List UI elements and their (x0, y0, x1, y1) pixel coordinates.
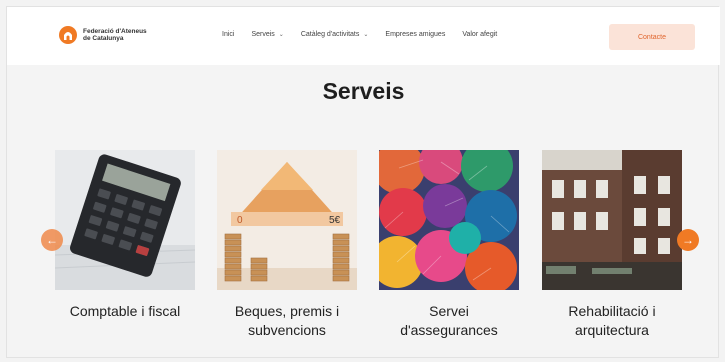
card-label-line-1: Servei (429, 303, 469, 319)
nav-item-inici[interactable]: Inici (222, 31, 234, 38)
page-frame: Federació d'Ateneus de Catalunya Inici S… (6, 6, 720, 358)
site-header: Federació d'Ateneus de Catalunya Inici S… (7, 7, 720, 65)
main-nav: Inici Serveis ⌄ Catàleg d'activitats ⌄ E… (222, 31, 514, 38)
carousel-next-button[interactable]: → (677, 229, 699, 251)
nav-item-label: Catàleg d'activitats (300, 31, 360, 38)
logo-line-1: Federació d'Ateneus (83, 27, 147, 35)
nav-item-label: Valor afegit (462, 31, 498, 38)
card-label-line-1: Beques, premis i (234, 303, 340, 319)
service-card-beques[interactable]: 0 5€ Beques, premis i subvencions (217, 150, 357, 340)
arrow-right-icon: → (682, 233, 694, 247)
nav-item-valor-afegit[interactable]: Valor afegit (462, 31, 497, 38)
card-label-line-1: Rehabilitació i (568, 303, 656, 319)
service-card-rehabilitacio[interactable]: Rehabilitació i arquitectura (542, 150, 682, 340)
nav-item-empreses[interactable]: Empreses amigues (385, 31, 445, 38)
site-logo[interactable]: Federació d'Ateneus de Catalunya (59, 26, 173, 44)
svg-text:5€: 5€ (329, 215, 341, 226)
logo-mark-icon (59, 26, 77, 44)
banknote-house-photo: 0 5€ (217, 150, 357, 290)
building-photo (542, 150, 682, 290)
service-card-comptable[interactable]: Comptable i fiscal (55, 150, 195, 321)
card-label-line-2: subvencions (248, 322, 326, 338)
chevron-down-icon: ⌄ (278, 32, 284, 38)
arrow-left-icon: ← (46, 233, 58, 247)
nav-item-serveis[interactable]: Serveis ⌄ (251, 31, 283, 38)
card-label-line-1: Comptable i fiscal (69, 303, 181, 319)
service-card-assegurances[interactable]: Servei d'assegurances (379, 150, 519, 340)
card-label-line-2: d'assegurances (400, 322, 498, 338)
nav-item-cataleg[interactable]: Catàleg d'activitats ⌄ (301, 31, 369, 38)
svg-text:0: 0 (237, 215, 243, 226)
logo-line-2: de Catalunya (83, 35, 124, 42)
calculator-photo (55, 150, 195, 290)
umbrellas-photo (379, 150, 519, 290)
nav-item-label: Empreses amigues (385, 31, 446, 38)
nav-item-label: Inici (222, 31, 235, 38)
chevron-down-icon: ⌄ (363, 32, 369, 38)
carousel-prev-button[interactable]: ← (41, 229, 63, 251)
nav-item-label: Serveis (251, 31, 275, 38)
card-label-line-2: arquitectura (575, 322, 649, 338)
contact-button[interactable]: Contacte (609, 24, 695, 50)
page-title: Serveis (322, 78, 405, 104)
